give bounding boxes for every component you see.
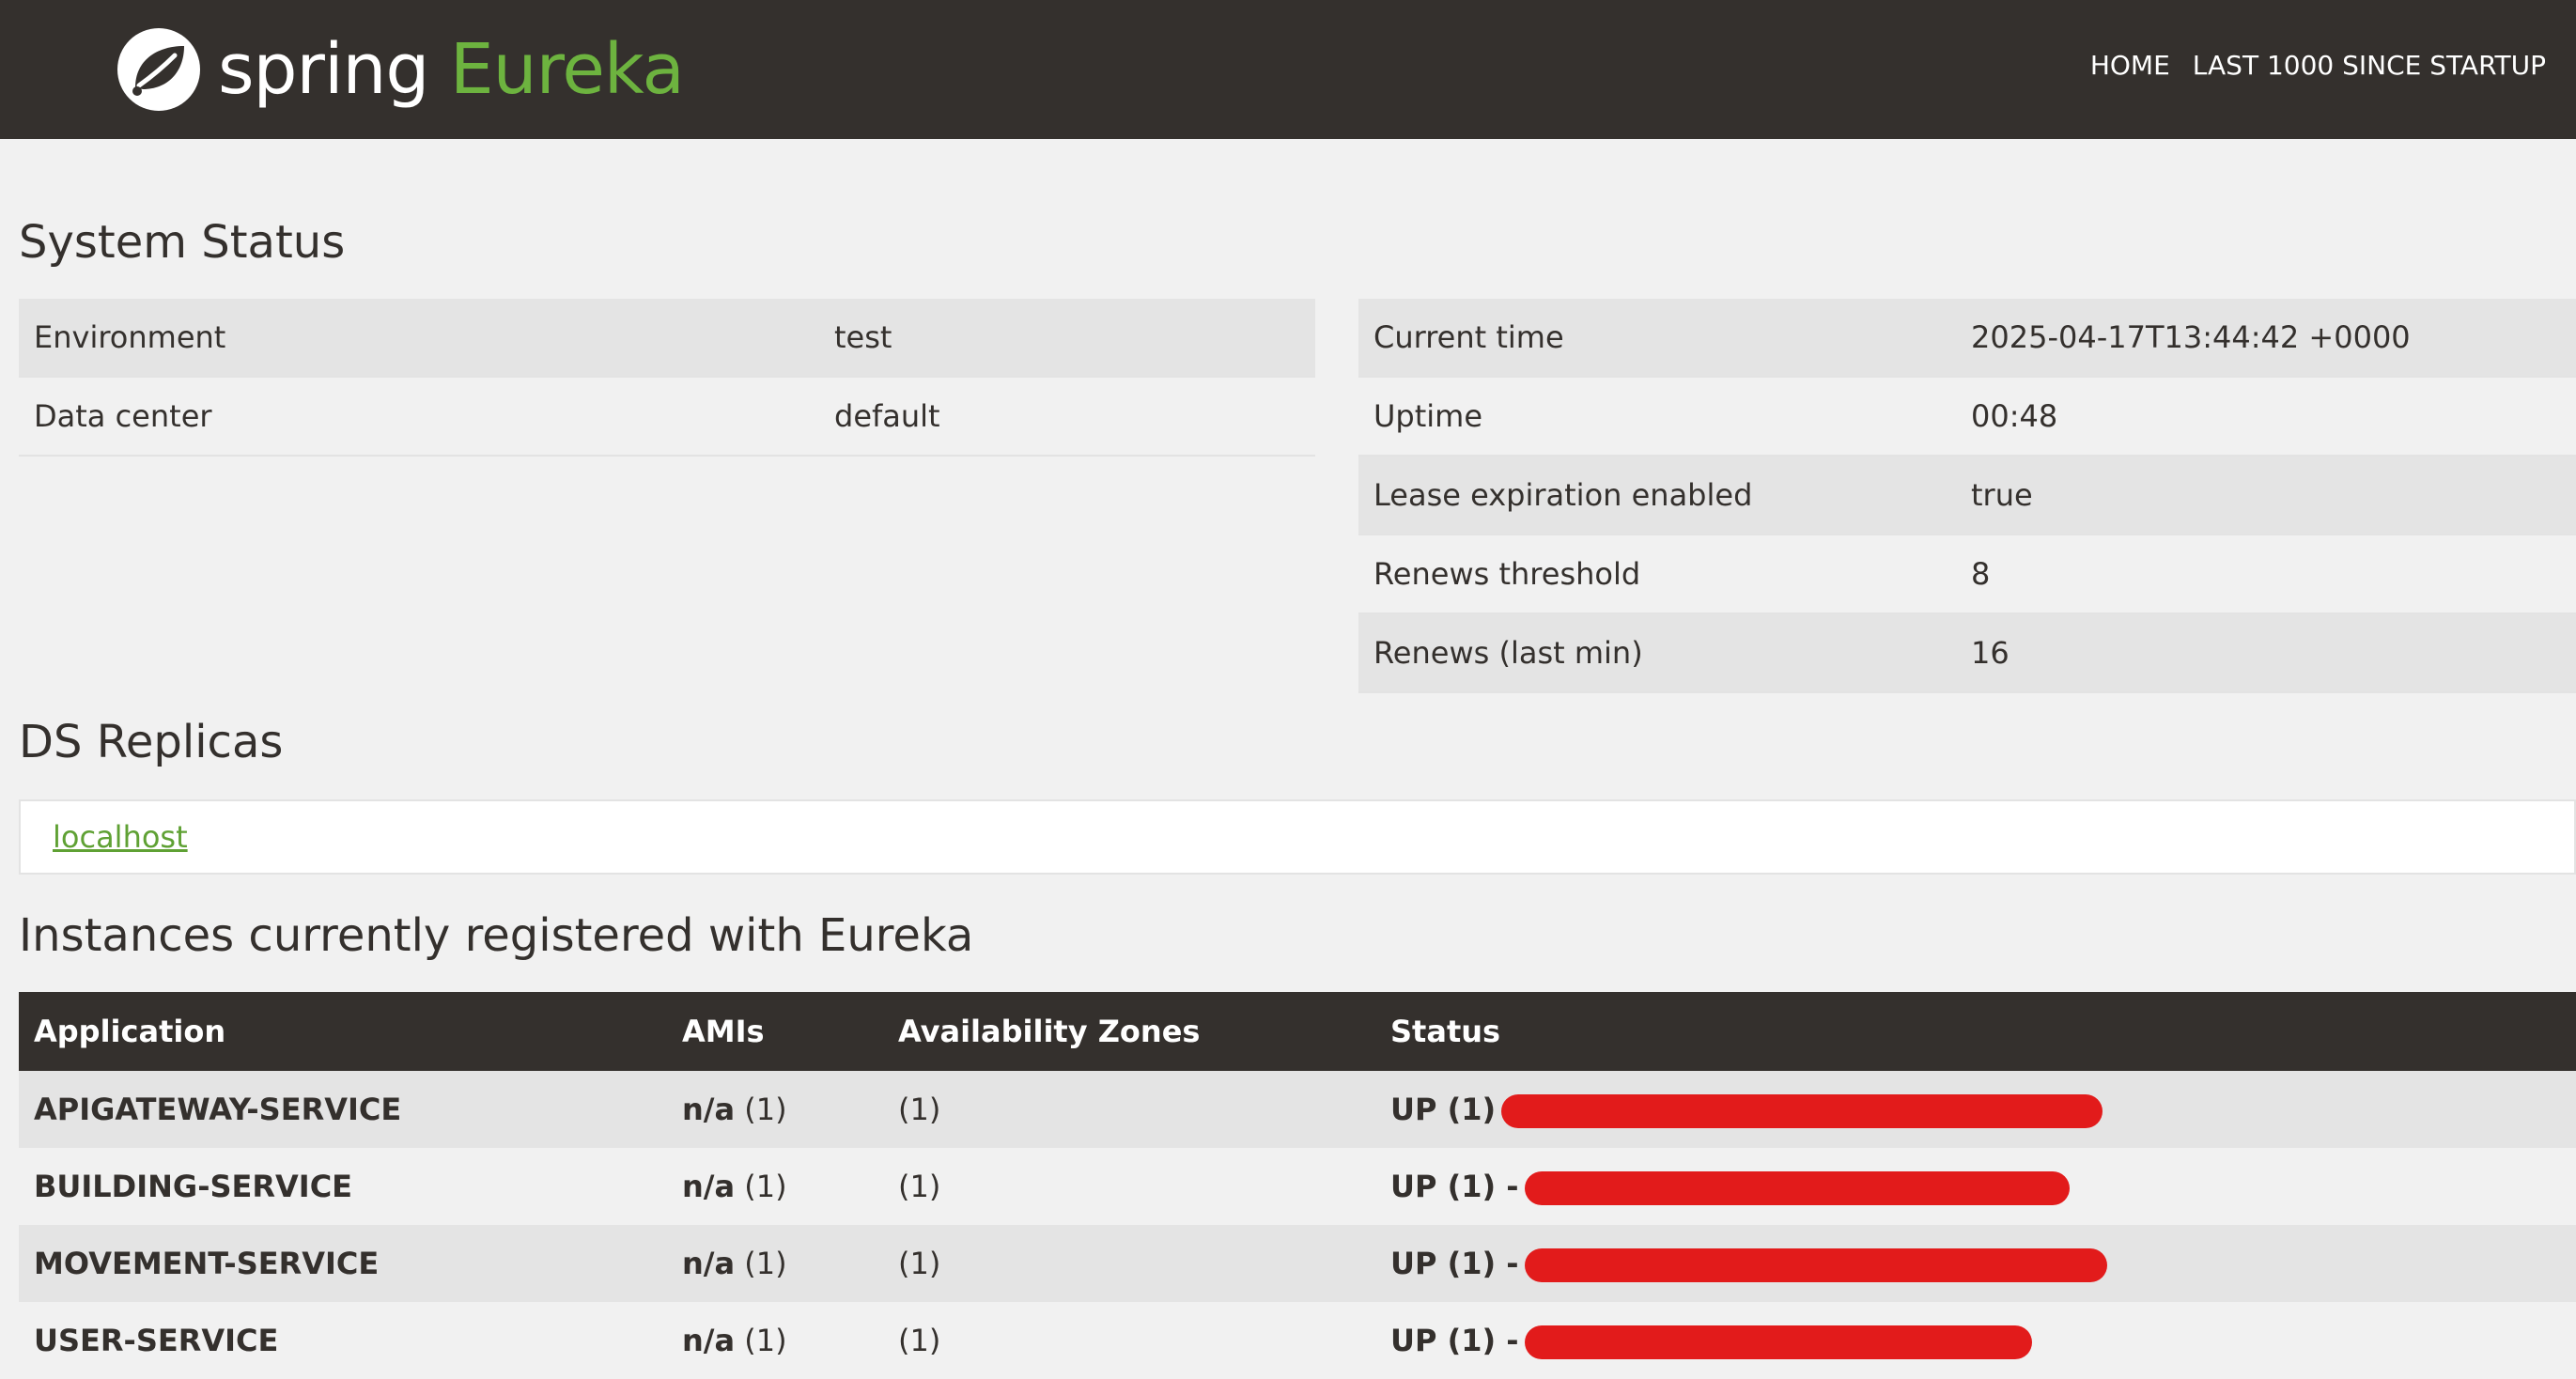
ami-cell: n/a (1) (667, 1302, 883, 1379)
table-row: BUILDING-SERVICE n/a (1) (1) UP (1) - (19, 1148, 2576, 1225)
ami-count: (1) (744, 1323, 787, 1358)
status-row: Uptime 00:48 (1358, 377, 2576, 457)
status-row: Environment test (19, 299, 1315, 378)
status-row: Data center default (19, 377, 1315, 457)
brand-eureka-text: Eureka (449, 29, 685, 110)
replica-localhost-link[interactable]: localhost (53, 818, 188, 856)
redacted-instance-link[interactable] (1524, 1325, 2032, 1359)
status-row: Renews threshold 8 (1358, 535, 2576, 614)
status-value: 8 (1956, 535, 2576, 614)
status-text: UP (1) - (1390, 1322, 1519, 1358)
ami-count: (1) (744, 1169, 787, 1204)
ami-cell: n/a (1) (667, 1225, 883, 1302)
ami-count: (1) (744, 1092, 787, 1127)
status-text: UP (1) (1390, 1091, 1497, 1127)
zones-cell: (1) (883, 1225, 1375, 1302)
ami-count: (1) (744, 1246, 787, 1281)
status-value: 2025-04-17T13:44:42 +0000 (1956, 299, 2576, 378)
nav-links: HOME LAST 1000 SINCE STARTUP (2079, 47, 2557, 85)
redacted-instance-link[interactable] (1524, 1170, 2070, 1205)
brand-spring-text: spring (218, 29, 429, 110)
ami-value: n/a (682, 1169, 736, 1204)
status-row: Lease expiration enabled true (1358, 456, 2576, 535)
ami-cell: n/a (1) (667, 1148, 883, 1225)
zones-cell: (1) (883, 1071, 1375, 1148)
brand-title: spring Eureka (218, 35, 685, 104)
top-navbar: spring Eureka HOME LAST 1000 SINCE START… (0, 0, 2576, 139)
status-label: Uptime (1358, 377, 1956, 457)
application-name: USER-SERVICE (19, 1302, 667, 1379)
status-row: Current time 2025-04-17T13:44:42 +0000 (1358, 299, 2576, 378)
ami-value: n/a (682, 1092, 736, 1127)
nav-home-link[interactable]: HOME (2079, 47, 2181, 85)
ami-value: n/a (682, 1323, 736, 1358)
application-name: APIGATEWAY-SERVICE (19, 1071, 667, 1148)
column-header-amis: AMIs (667, 992, 883, 1071)
status-row: Renews (last min) 16 (1358, 613, 2576, 693)
status-value: true (1956, 456, 2576, 535)
ds-replicas-box: localhost (19, 799, 2576, 875)
status-cell: UP (1) - (1375, 1225, 2576, 1302)
column-header-availability-zones: Availability Zones (883, 992, 1375, 1071)
instances-heading: Instances currently registered with Eure… (19, 909, 974, 962)
brand[interactable]: spring Eureka (115, 19, 685, 120)
status-cell: UP (1) - (1375, 1148, 2576, 1225)
system-status-heading: System Status (19, 216, 346, 269)
application-name: BUILDING-SERVICE (19, 1148, 667, 1225)
table-row: APIGATEWAY-SERVICE n/a (1) (1) UP (1) (19, 1071, 2576, 1148)
application-name: MOVEMENT-SERVICE (19, 1225, 667, 1302)
status-label: Environment (19, 299, 819, 378)
status-cell: UP (1) - (1375, 1302, 2576, 1379)
system-status-left-table: Environment test Data center default (19, 299, 1315, 457)
status-cell: UP (1) (1375, 1071, 2576, 1148)
status-label: Renews (last min) (1358, 613, 1956, 693)
redacted-instance-link[interactable] (1501, 1093, 2103, 1128)
ds-replicas-heading: DS Replicas (19, 716, 284, 768)
status-value: 00:48 (1956, 377, 2576, 457)
status-label: Current time (1358, 299, 1956, 378)
ami-value: n/a (682, 1246, 736, 1281)
status-text: UP (1) - (1390, 1245, 1519, 1281)
status-value: test (819, 299, 1315, 378)
table-row: USER-SERVICE n/a (1) (1) UP (1) - (19, 1302, 2576, 1379)
status-text: UP (1) - (1390, 1168, 1519, 1204)
system-status-right-table: Current time 2025-04-17T13:44:42 +0000 U… (1358, 299, 2576, 693)
column-header-status: Status (1375, 992, 2576, 1071)
status-label: Data center (19, 377, 819, 457)
zones-cell: (1) (883, 1302, 1375, 1379)
zones-cell: (1) (883, 1148, 1375, 1225)
status-value: 16 (1956, 613, 2576, 693)
status-value: default (819, 377, 1315, 457)
nav-last-1000-link[interactable]: LAST 1000 SINCE STARTUP (2181, 47, 2557, 85)
spring-leaf-logo-icon (117, 28, 200, 111)
redacted-instance-link[interactable] (1524, 1247, 2107, 1282)
status-label: Renews threshold (1358, 535, 1956, 614)
ami-cell: n/a (1) (667, 1071, 883, 1148)
instances-header-row: Application AMIs Availability Zones Stat… (19, 992, 2576, 1071)
column-header-application: Application (19, 992, 667, 1071)
instances-table: Application AMIs Availability Zones Stat… (19, 992, 2576, 1379)
table-row: MOVEMENT-SERVICE n/a (1) (1) UP (1) - (19, 1225, 2576, 1302)
status-label: Lease expiration enabled (1358, 456, 1956, 535)
